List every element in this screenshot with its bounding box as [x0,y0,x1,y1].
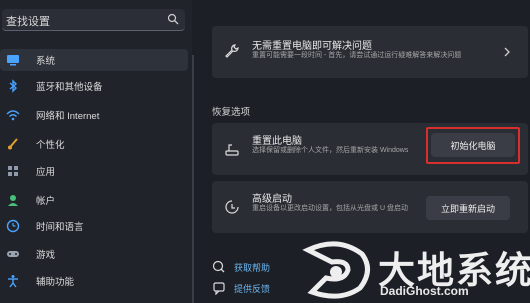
brush-icon [8,138,18,150]
advanced-startup-title: 高级启动 [252,194,292,205]
advanced-startup-icon [225,200,239,214]
restart-now-button[interactable]: 立即重新启动 [426,196,510,220]
sidebar-item-label: 应用 [36,167,56,178]
sidebar-item-label: 网络和 Internet [36,111,100,122]
sidebar-item-label: 系统 [36,56,56,67]
accessibility-icon [8,275,18,288]
account-icon [8,195,18,206]
sidebar-item-label: 辅助功能 [36,277,75,288]
troubleshoot-desc: 重置可能需要一段时间 - 首先，请尝试通过运行疑难解答来解决问题 [252,52,462,59]
sidebar-item-personalization[interactable]: 个性化 [0,133,188,155]
get-help-link[interactable]: 获取帮助 [212,260,270,274]
sidebar-item-label: 个性化 [36,140,65,151]
sidebar: 查找设置 系统 蓝牙和其他设备 网络和 Internet 个性化 应用 帐户 时… [0,0,192,303]
sidebar-item-label: 时间和语言 [36,222,84,233]
feedback-link[interactable]: 提供反馈 [212,281,270,295]
section-title: 恢复选项 [212,107,251,118]
advanced-startup-desc: 重启设备以更改启动设置，包括从光盘或 U 盘启动 [252,205,408,212]
watermark: 大地系统 DadiGhost.com [300,240,530,303]
sidebar-item-time-language[interactable]: 时间和语言 [0,215,188,237]
apps-icon [8,166,18,176]
sidebar-item-label: 帐户 [36,196,56,207]
gamepad-icon [7,251,19,257]
troubleshoot-title: 无需重置电脑即可解决问题 [252,41,372,52]
sidebar-item-apps[interactable]: 应用 [0,160,188,182]
bluetooth-icon [9,79,18,93]
sidebar-item-gaming[interactable]: 游戏 [0,243,188,265]
search-input[interactable]: 查找设置 [2,9,185,31]
scrollbar-track[interactable] [192,55,194,303]
reset-pc-desc: 选择保留或删除个人文件，然后重新安装 Windows [252,147,409,154]
wifi-icon [6,110,20,121]
chevron-right-icon [504,47,510,57]
globe-clock-icon [6,219,20,233]
reset-pc-icon [225,144,239,156]
sidebar-item-network[interactable]: 网络和 Internet [0,104,188,126]
sidebar-item-accessibility[interactable]: 辅助功能 [0,270,188,292]
reset-pc-button[interactable]: 初始化电脑 [431,133,515,157]
troubleshoot-card[interactable]: 无需重置电脑即可解决问题 重置可能需要一段时间 - 首先，请尝试通过运行疑难解答… [212,26,528,78]
sidebar-item-system[interactable]: 系统 [0,49,188,71]
sidebar-item-label: 游戏 [36,250,56,261]
search-icon [167,13,179,25]
search-text: 查找设置 [6,16,50,28]
reset-pc-title: 重置此电脑 [252,136,302,147]
sidebar-item-label: 蓝牙和其他设备 [36,82,103,93]
feedback-label: 提供反馈 [234,283,271,294]
monitor-icon [7,55,19,66]
help-icon [212,260,225,273]
watermark-en: DadiGhost.com [380,284,469,298]
wrench-icon [225,44,239,58]
sidebar-item-accounts[interactable]: 帐户 [0,189,188,211]
sidebar-item-bluetooth[interactable]: 蓝牙和其他设备 [0,75,188,97]
watermark-logo-icon [302,241,370,299]
get-help-label: 获取帮助 [234,262,271,273]
feedback-icon [213,282,225,295]
